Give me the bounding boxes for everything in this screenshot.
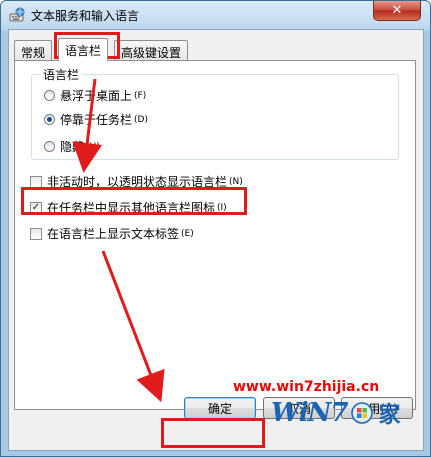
- group-title: 语言栏: [40, 66, 83, 83]
- checkbox-label: 在语言栏上显示文本标签: [47, 227, 180, 241]
- keyboard-globe-icon: [9, 7, 25, 22]
- checkbox[interactable]: [30, 175, 42, 188]
- checkbox-transparent-when-inactive[interactable]: 非活动时，以透明状态显示语言栏 (N): [30, 173, 243, 190]
- checkbox-show-text-labels[interactable]: 在语言栏上显示文本标签 (E): [30, 225, 194, 242]
- tab-language-bar[interactable]: 语言栏: [58, 38, 109, 61]
- option-label: 悬浮于桌面上: [60, 89, 133, 103]
- logo-text: WiN: [271, 398, 331, 428]
- button-label: 确定: [207, 401, 232, 416]
- watermark-url: www.win7zhijia.cn: [233, 379, 380, 395]
- tab-advanced-key-settings[interactable]: 高级键设置: [114, 40, 189, 60]
- ok-button[interactable]: 确定: [184, 397, 256, 419]
- tab-label: 高级键设置: [121, 46, 182, 60]
- language-bar-group: 语言栏 悬浮于桌面上 (F) 停靠于任务栏 (D) 隐藏 (H): [31, 66, 399, 160]
- option-label: 隐藏: [60, 140, 85, 154]
- language-bar-panel: 语言栏 悬浮于桌面上 (F) 停靠于任务栏 (D) 隐藏 (H) 非活动时，以透…: [14, 60, 416, 410]
- hotkey-label: (E): [181, 228, 194, 239]
- checkbox-checked[interactable]: ✓: [30, 201, 42, 214]
- radio-button[interactable]: [44, 90, 55, 101]
- tab-general[interactable]: 常规: [14, 40, 53, 60]
- hotkey-label: (N): [229, 176, 243, 187]
- checkbox[interactable]: [30, 227, 42, 240]
- radio-button-selected[interactable]: [44, 114, 55, 125]
- title-bar[interactable]: 文本服务和输入语言 ✕: [1, 1, 430, 29]
- option-label: 停靠于任务栏: [60, 113, 133, 127]
- radio-button[interactable]: [44, 141, 55, 152]
- hotkey-label: (F): [134, 90, 147, 101]
- logo-number: 7: [330, 398, 349, 428]
- radio-hidden[interactable]: 隐藏 (H): [44, 138, 100, 155]
- logo-character: 家: [378, 403, 401, 428]
- tab-label: 常规: [21, 46, 46, 60]
- hotkey-label: (I): [217, 202, 227, 213]
- hotkey-label: (H): [86, 141, 100, 152]
- tab-label: 语言栏: [65, 44, 102, 58]
- dialog-window: 文本服务和输入语言 ✕ 常规 语言栏 高级键设置 语言栏 悬浮于桌面上 (F) …: [0, 0, 431, 457]
- window-title: 文本服务和输入语言: [31, 9, 140, 23]
- checkbox-show-additional-icons[interactable]: ✓ 在任务栏中显示其他语言栏图标 (I): [30, 199, 227, 216]
- radio-float-on-desktop[interactable]: 悬浮于桌面上 (F): [44, 87, 146, 104]
- radio-docked-in-taskbar[interactable]: 停靠于任务栏 (D): [44, 111, 148, 128]
- watermark-logo: WiN 7 家: [271, 397, 401, 429]
- close-icon: ✕: [391, 3, 403, 18]
- checkbox-label: 在任务栏中显示其他语言栏图标: [47, 201, 216, 215]
- checkbox-label: 非活动时，以透明状态显示语言栏: [47, 175, 228, 189]
- windows-logo-icon: [351, 402, 374, 424]
- hotkey-label: (D): [134, 114, 148, 125]
- close-button[interactable]: ✕: [373, 1, 421, 21]
